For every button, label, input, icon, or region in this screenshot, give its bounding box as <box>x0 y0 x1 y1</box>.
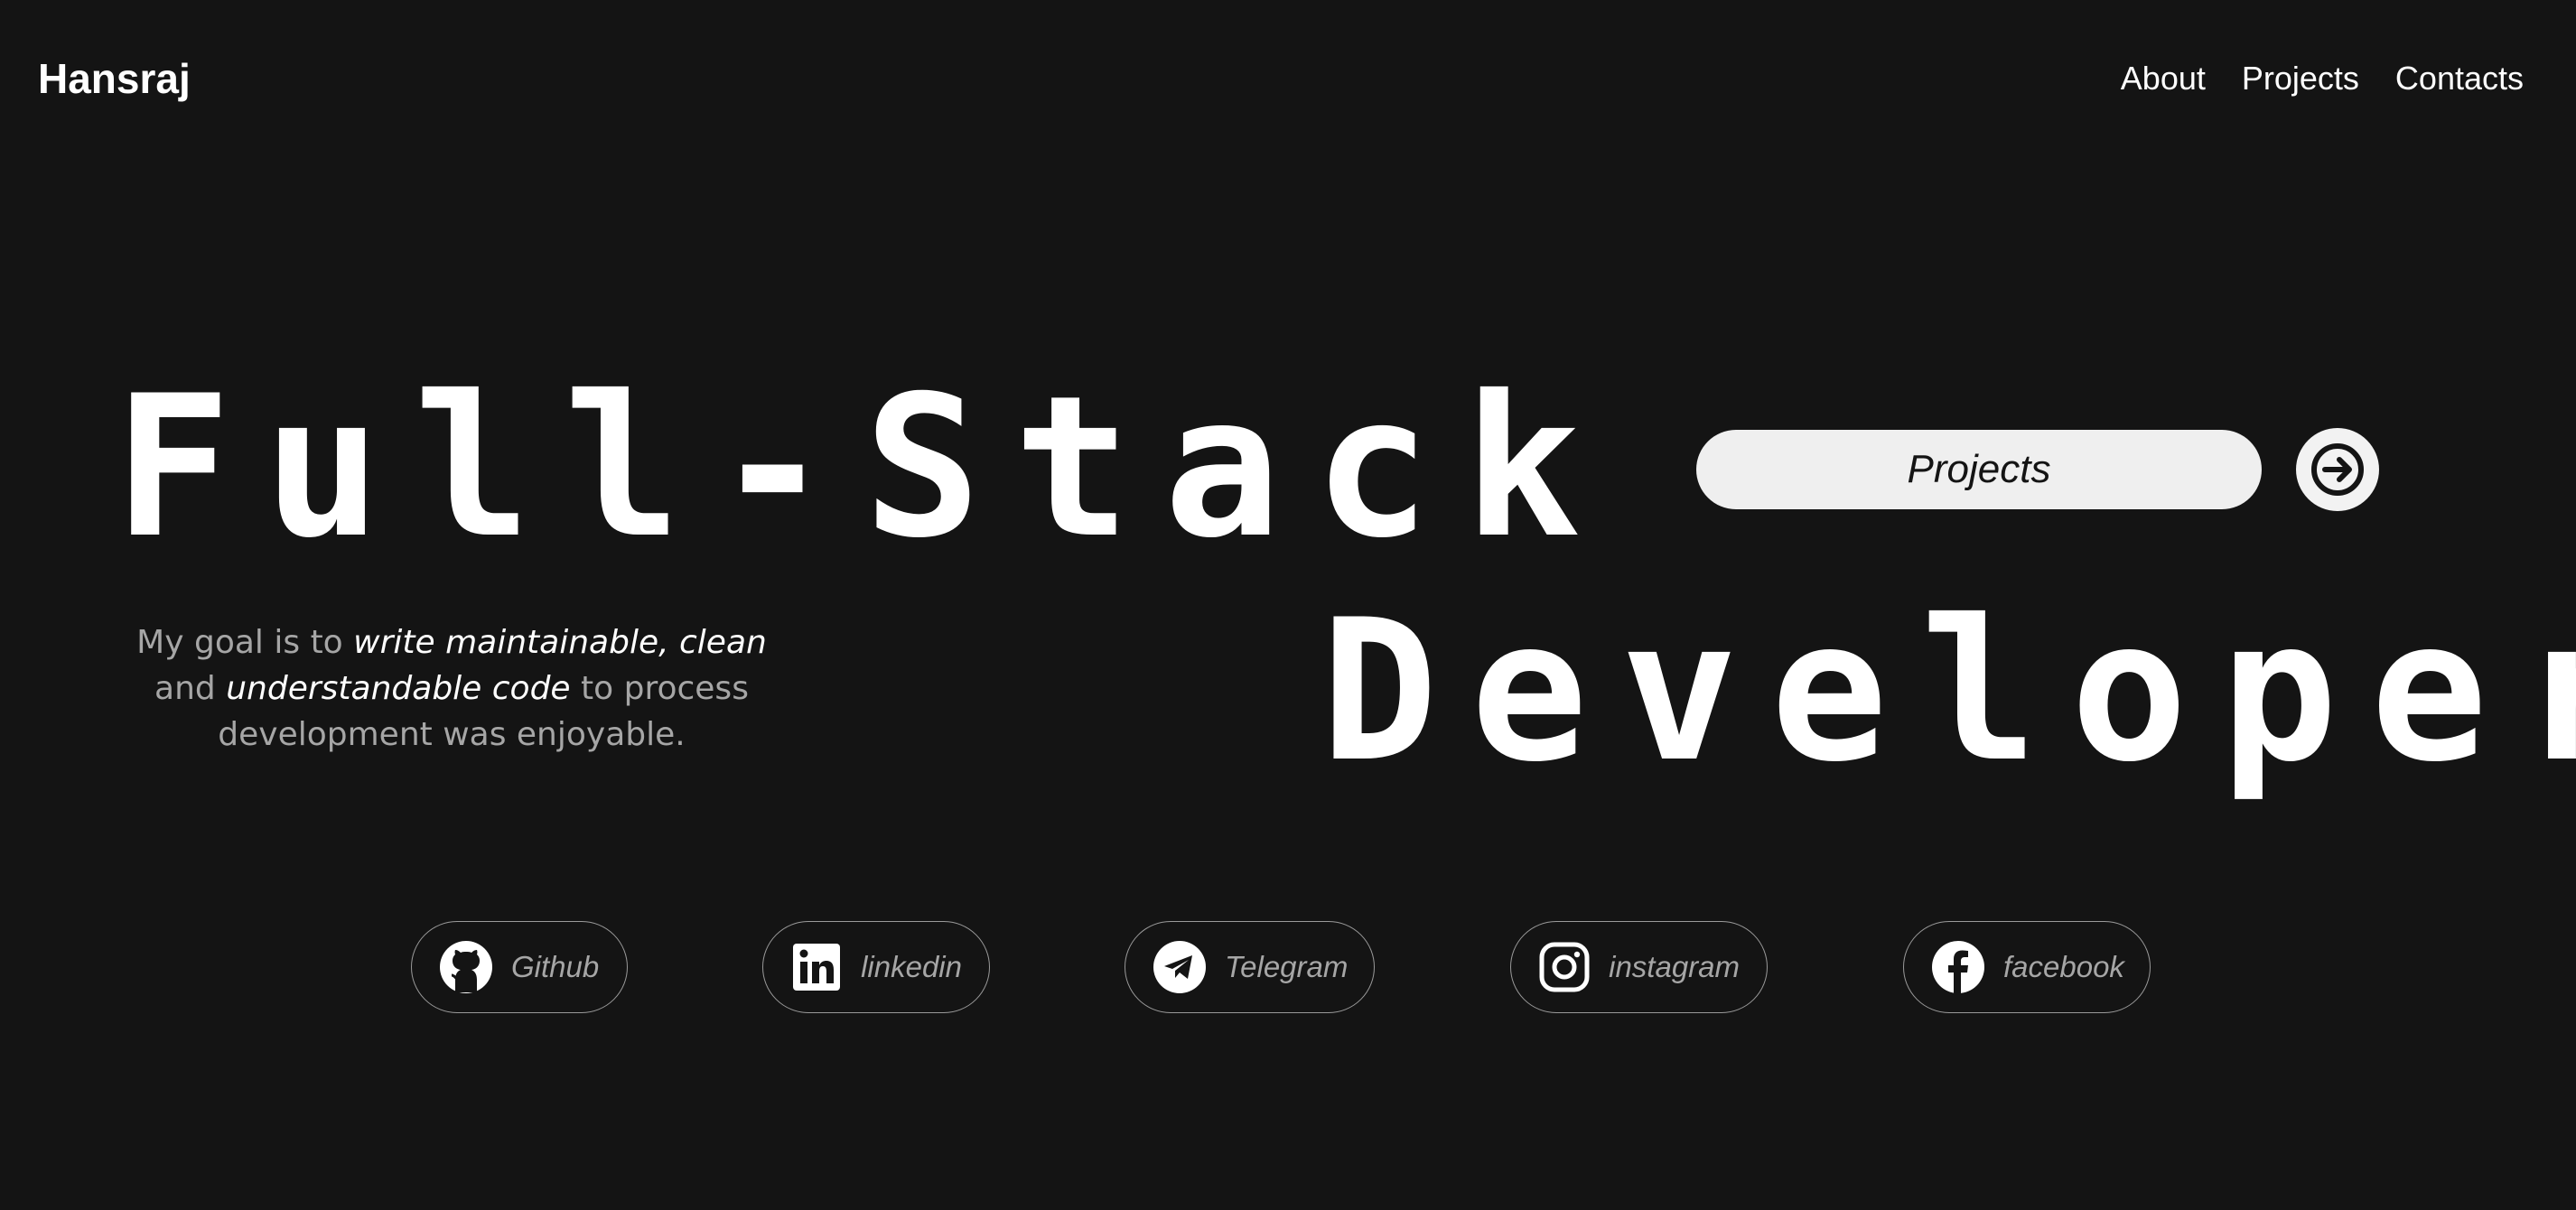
social-label: linkedin <box>861 950 962 983</box>
tagline-part-1: My goal is to <box>136 624 354 661</box>
linkedin-icon <box>790 940 843 994</box>
landing-page: Hansraj About Projects Contacts Full-Sta… <box>0 0 2576 1210</box>
social-github[interactable]: Github <box>411 921 628 1013</box>
headline-line-1: Full-Stack <box>114 354 1614 581</box>
nav-projects[interactable]: Projects <box>2242 60 2359 98</box>
nav-about[interactable]: About <box>2121 60 2206 98</box>
top-nav: About Projects Contacts <box>2121 60 2524 98</box>
social-label: facebook <box>2003 950 2124 983</box>
brand-logo[interactable]: Hansraj <box>38 54 191 103</box>
projects-arrow-button[interactable] <box>2296 428 2379 511</box>
instagram-icon <box>1538 940 1591 994</box>
github-icon <box>439 940 493 994</box>
social-linkedin[interactable]: linkedin <box>762 921 990 1013</box>
telegram-icon <box>1153 940 1207 994</box>
tagline-emphasis-1: write maintainable, clean <box>353 624 767 661</box>
facebook-icon <box>1931 940 1985 994</box>
social-facebook[interactable]: facebook <box>1903 921 2151 1013</box>
social-label: instagram <box>1609 950 1740 983</box>
social-label: Telegram <box>1225 950 1349 983</box>
social-telegram[interactable]: Telegram <box>1125 921 1375 1013</box>
tagline: My goal is to write maintainable, clean … <box>135 619 768 758</box>
social-instagram[interactable]: instagram <box>1510 921 1768 1013</box>
tagline-part-2: and <box>154 670 227 707</box>
social-label: Github <box>511 950 600 983</box>
projects-button[interactable]: Projects <box>1696 430 2262 509</box>
nav-contacts[interactable]: Contacts <box>2395 60 2524 98</box>
tagline-emphasis-2: understandable code <box>226 670 571 707</box>
headline-line-2: Developer <box>1321 578 2576 805</box>
arrow-right-icon <box>2311 443 2364 496</box>
